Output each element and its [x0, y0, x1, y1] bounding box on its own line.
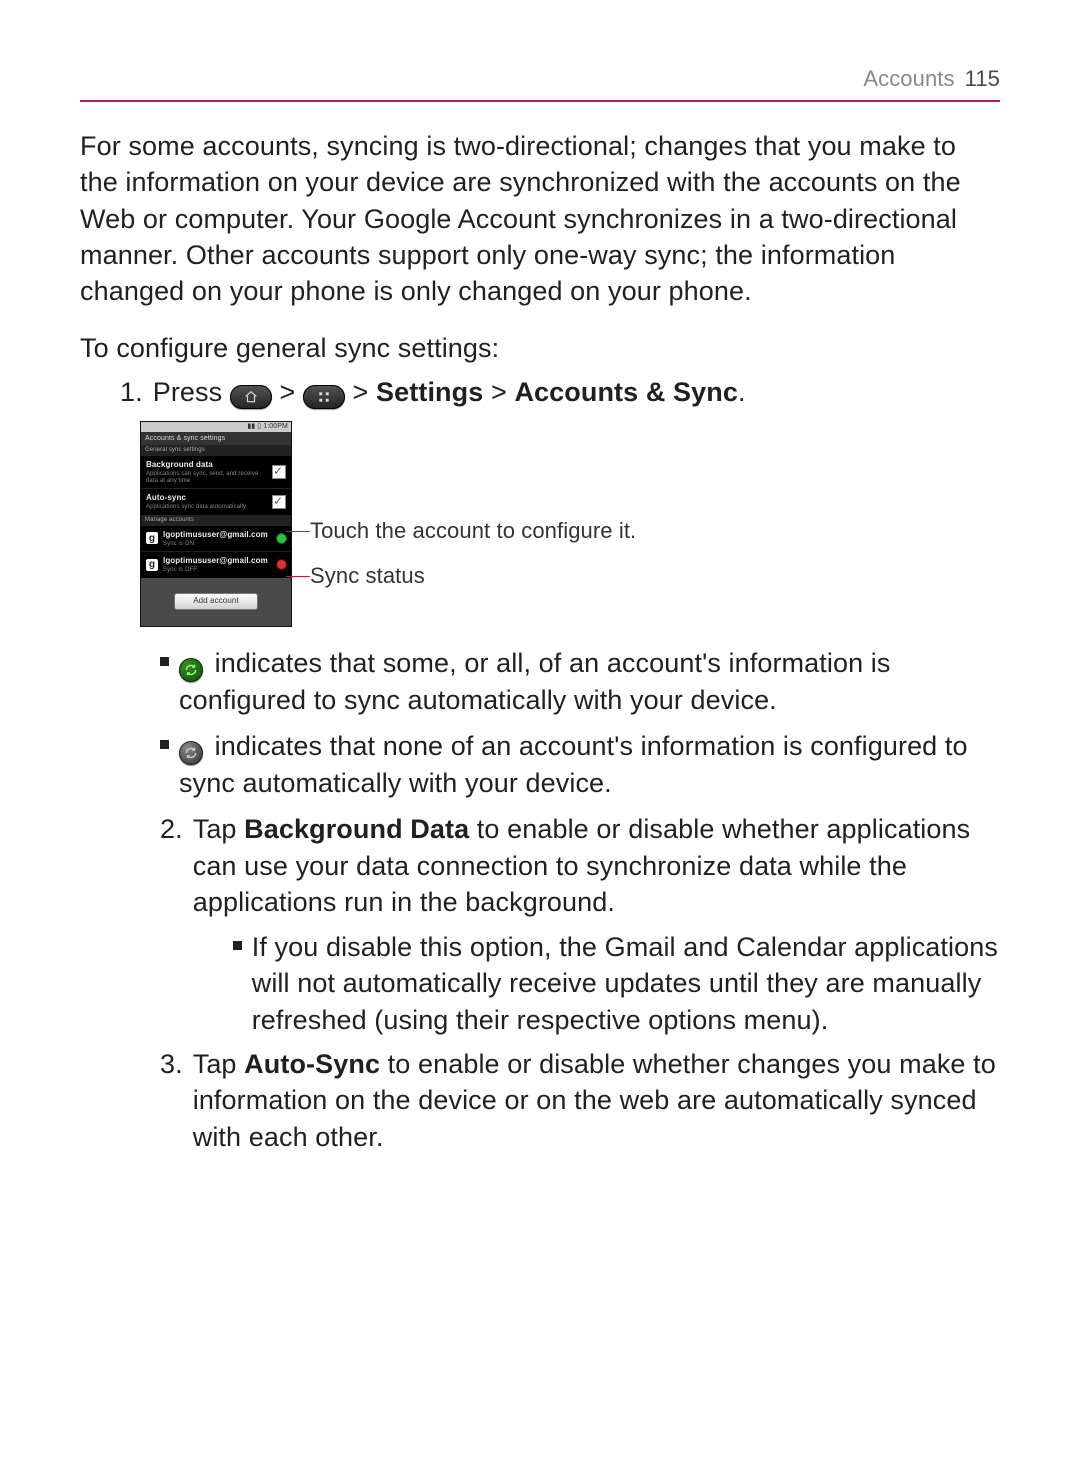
- step-1-sep-3: >: [491, 377, 514, 407]
- page-header: Accounts 115: [80, 64, 1000, 102]
- phone-section-general: General sync settings: [141, 445, 291, 455]
- phone-acct2-email: lgoptimususer@gmail.com: [163, 556, 272, 567]
- figure-phone-with-callouts: ▮▮ ▯1:00PM Accounts & sync settings Gene…: [140, 421, 1000, 627]
- step-1-sep-1: >: [279, 377, 302, 407]
- square-bullet-icon: [233, 941, 242, 950]
- legend-text-sync-off: indicates that none of an account's info…: [179, 731, 968, 798]
- phone-acct1-email: lgoptimususer@gmail.com: [163, 530, 272, 541]
- phone-section-manage: Manage accounts: [141, 515, 291, 525]
- sync-on-icon: [179, 658, 203, 682]
- figure-callouts: Touch the account to configure it. Sync …: [310, 421, 636, 591]
- square-bullet-icon: [160, 740, 169, 749]
- checkbox-icon: [272, 465, 286, 479]
- legend-row-sync-off: indicates that none of an account's info…: [160, 728, 1000, 801]
- phone-acct2-status: Sync is OFF: [163, 567, 272, 574]
- step-1-sep-2: >: [353, 377, 376, 407]
- step-2-nested-bullet: If you disable this option, the Gmail an…: [233, 929, 1000, 1038]
- step-2-bold: Background Data: [244, 814, 469, 844]
- phone-status-bar: ▮▮ ▯1:00PM: [141, 422, 291, 432]
- sync-status-off-icon: [277, 560, 286, 569]
- step-3-bold: Auto-Sync: [244, 1049, 380, 1079]
- legend-text-sync-on: indicates that some, or all, of an accou…: [179, 648, 891, 715]
- step-1: 1. Press > > Settings > Accounts & Sync.: [120, 374, 1000, 410]
- legend-row-sync-on: indicates that some, or all, of an accou…: [160, 645, 1000, 718]
- home-key-icon: [230, 385, 272, 409]
- step-1-number: 1.: [120, 374, 143, 410]
- phone-account-row-2: g lgoptimususer@gmail.comSync is OFF: [141, 551, 291, 577]
- step-1-body: Press > > Settings > Accounts & Sync.: [153, 374, 1000, 410]
- phone-screenshot: ▮▮ ▯1:00PM Accounts & sync settings Gene…: [140, 421, 292, 627]
- phone-screen-title: Accounts & sync settings: [141, 432, 291, 445]
- step-1-tail: .: [738, 377, 746, 407]
- step-3: 3. Tap Auto-Sync to enable or disable wh…: [120, 1046, 1000, 1155]
- step-2-nested-text: If you disable this option, the Gmail an…: [252, 929, 1000, 1038]
- subheading: To configure general sync settings:: [80, 330, 1000, 366]
- step-2: 2. Tap Background Data to enable or disa…: [120, 811, 1000, 1038]
- phone-account-row-1: g lgoptimususer@gmail.comSync is ON: [141, 525, 291, 551]
- step-3-lead: Tap: [193, 1049, 244, 1079]
- google-badge-icon: g: [146, 532, 158, 544]
- step-1-settings: Settings: [376, 377, 483, 407]
- google-badge-icon: g: [146, 559, 158, 571]
- sync-status-on-icon: [277, 534, 286, 543]
- phone-bottom-area: Add account: [141, 578, 291, 626]
- checkbox-icon: [272, 495, 286, 509]
- phone-row-bg-title: Background data: [146, 460, 267, 471]
- header-page-number: 115: [965, 64, 1000, 94]
- phone-status-time: 1:00PM: [263, 422, 288, 431]
- phone-row-as-sub: Applications sync data automatically: [146, 504, 267, 511]
- sync-off-icon: [179, 741, 203, 765]
- phone-row-background-data: Background dataApplications can sync, se…: [141, 455, 291, 488]
- step-2-lead: Tap: [193, 814, 244, 844]
- step-2-number: 2.: [160, 811, 183, 847]
- step-1-pre: Press: [153, 377, 230, 407]
- manual-page: Accounts 115 For some accounts, syncing …: [0, 0, 1080, 1460]
- callout-sync-status: Sync status: [310, 561, 636, 591]
- phone-row-bg-sub: Applications can sync, send, and receive…: [146, 471, 267, 484]
- apps-key-icon: [303, 385, 345, 409]
- step-3-number: 3.: [160, 1046, 183, 1082]
- phone-row-auto-sync: Auto-syncApplications sync data automati…: [141, 488, 291, 514]
- phone-acct1-status: Sync is ON: [163, 541, 272, 548]
- square-bullet-icon: [160, 657, 169, 666]
- step-1-accounts-sync: Accounts & Sync: [514, 377, 738, 407]
- callout-touch-account: Touch the account to configure it.: [310, 516, 636, 546]
- phone-add-account-button: Add account: [174, 593, 258, 610]
- intro-paragraph: For some accounts, syncing is two-direct…: [80, 128, 1000, 310]
- phone-row-as-title: Auto-sync: [146, 493, 267, 504]
- sync-icon-legend: indicates that some, or all, of an accou…: [160, 645, 1000, 802]
- header-section: Accounts: [863, 64, 954, 94]
